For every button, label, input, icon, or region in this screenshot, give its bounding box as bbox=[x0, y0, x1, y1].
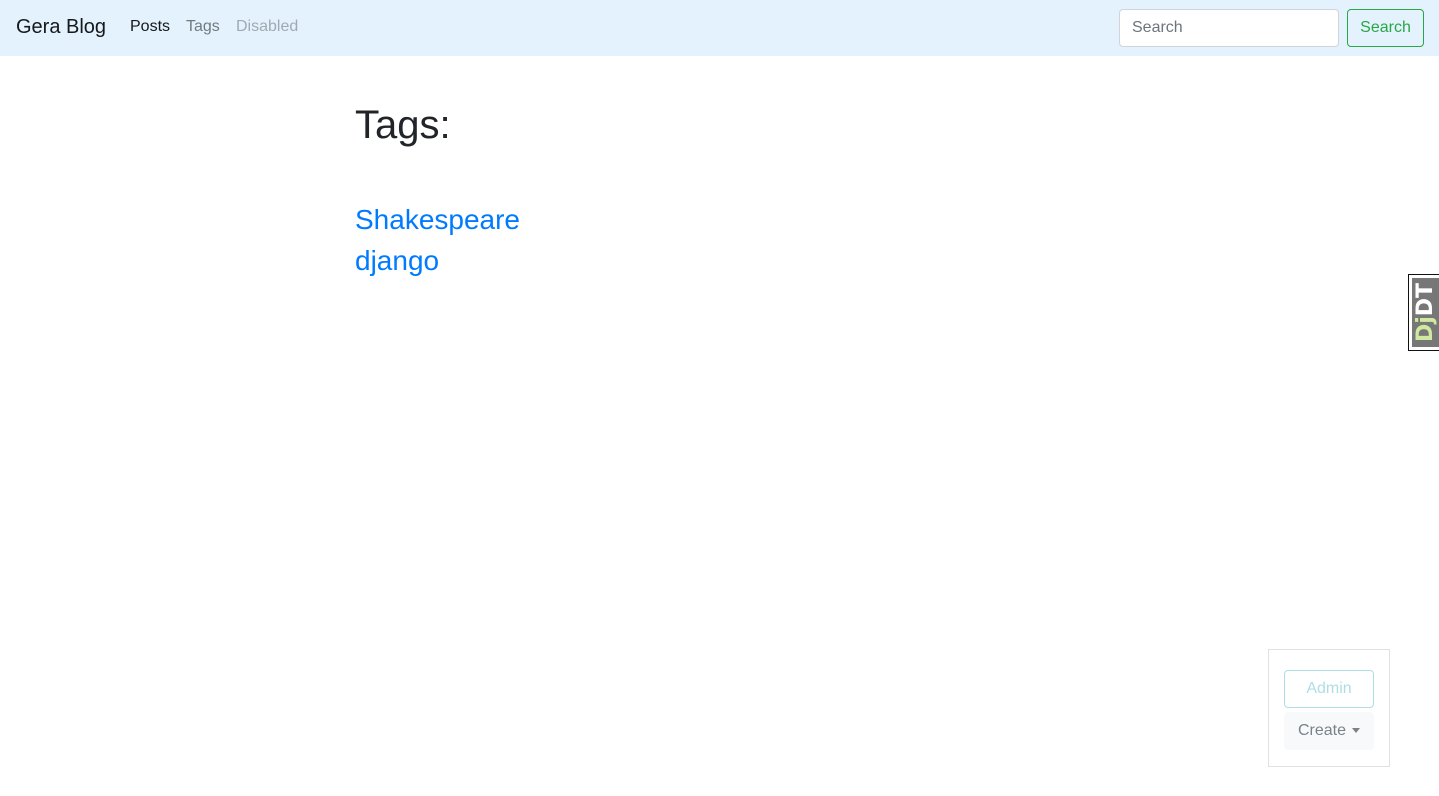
tag-link-shakespeare[interactable]: Shakespeare bbox=[355, 199, 520, 240]
admin-button[interactable]: Admin bbox=[1284, 670, 1374, 708]
search-input[interactable] bbox=[1119, 9, 1339, 47]
debug-toolbar-logo-d: D bbox=[1413, 323, 1438, 343]
tag-link-django[interactable]: django bbox=[355, 240, 520, 281]
navbar: Gera Blog Posts Tags Disabled Search bbox=[0, 0, 1439, 56]
create-dropdown-button[interactable]: Create bbox=[1284, 712, 1374, 750]
debug-toolbar-logo-text: DjDT bbox=[1413, 283, 1438, 342]
debug-toolbar-logo-j: j bbox=[1413, 316, 1438, 324]
brand-link[interactable]: Gera Blog bbox=[16, 15, 106, 39]
create-button-label: Create bbox=[1297, 722, 1347, 739]
tag-list: Shakespeare django bbox=[355, 199, 520, 281]
nav-link-disabled: Disabled bbox=[236, 18, 299, 35]
page-title: Tags: bbox=[355, 103, 451, 147]
admin-panel: Admin Create bbox=[1268, 649, 1390, 767]
nav-link-tags[interactable]: Tags bbox=[186, 17, 220, 37]
debug-toolbar-logo-dt: DT bbox=[1413, 282, 1438, 317]
debug-toolbar-handle[interactable]: DjDT bbox=[1408, 274, 1439, 351]
nav-link-posts[interactable]: Posts bbox=[130, 17, 170, 37]
caret-down-icon bbox=[1352, 727, 1361, 733]
search-button[interactable]: Search bbox=[1347, 9, 1424, 47]
debug-toolbar-logo: DjDT bbox=[1412, 278, 1439, 347]
